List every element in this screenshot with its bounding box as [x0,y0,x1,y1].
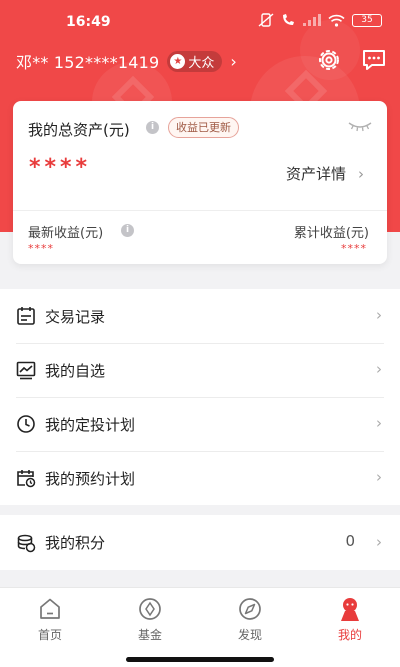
battery-icon: 35 [352,13,382,27]
asset-detail-label: 资产详情 [286,165,347,183]
total-assets-title: 我的总资产(元) [28,121,130,139]
compass-icon [239,598,261,620]
message-icon[interactable] [360,46,388,74]
menu-list: 交易记录 › 我的自选 › 我的定投计划 › 我的预约计划 › [0,289,400,505]
tab-label: 基金 [137,628,162,642]
divider [13,210,387,211]
total-assets-value: **** [29,155,92,180]
info-icon[interactable]: i [146,121,159,134]
coins-icon [17,534,36,552]
fund-icon [139,598,161,620]
tab-mine[interactable]: 我的 [320,596,380,643]
chevron-right-icon: › [376,414,382,432]
calendar-clock-icon [17,470,36,488]
chart-icon [16,361,36,380]
tab-label: 发现 [237,628,262,642]
settings-icon[interactable] [315,46,343,74]
chevron-right-icon: › [376,360,382,378]
wifi-icon [328,14,345,27]
menu-item-label: 交易记录 [45,307,106,326]
earnings-updated-badge: 收益已更新 [168,117,239,138]
chevron-right-icon: › [376,533,382,551]
recent-earnings-value: **** [28,242,54,255]
menu-item-reservation-plan[interactable]: 我的预约计划 › [0,451,400,505]
star-icon: ★ [170,53,186,69]
menu-item-my-watchlist[interactable]: 我的自选 › [0,343,400,397]
menu-item-label: 我的预约计划 [45,469,136,488]
clock-icon [17,415,35,433]
tab-home[interactable]: 首页 [20,596,80,643]
vibrate-off-icon [258,13,274,27]
cumulative-earnings-label: 累计收益(元) [293,226,369,241]
menu-item-label: 我的定投计划 [45,415,136,434]
chevron-right-icon: › [376,306,382,324]
member-level-badge[interactable]: ★ 大众 [167,50,223,72]
call-icon [283,14,294,25]
info-icon[interactable]: i [121,224,134,237]
my-points-value: 0 [345,532,355,550]
tab-discover[interactable]: 发现 [220,596,280,643]
cumulative-earnings-value: **** [341,242,367,255]
chevron-right-icon[interactable]: › [230,52,236,71]
member-level-label: 大众 [188,55,215,71]
home-indicator[interactable] [126,657,274,662]
tab-fund[interactable]: 基金 [120,596,180,643]
status-icons: 35 [258,13,382,27]
menu-item-transaction-records[interactable]: 交易记录 › [0,289,400,343]
profile-icon [341,598,359,621]
asset-detail-link[interactable]: 资产详情 › [286,163,364,184]
signal-icon [303,14,321,26]
user-info[interactable]: 邓** 152****1419 ★ 大众 › [16,48,237,74]
menu-item-label: 我的自选 [45,361,106,380]
eye-closed-icon[interactable] [348,119,372,133]
status-time: 16:49 [66,14,111,30]
tab-label: 我的 [337,628,362,642]
chevron-right-icon: › [376,468,382,486]
bottom-tab-bar: 首页 基金 发现 我的 [0,587,400,667]
tab-label: 首页 [37,628,62,642]
calendar-icon [17,307,35,325]
menu-item-fixed-investment-plan[interactable]: 我的定投计划 › [0,397,400,451]
my-points-label: 我的积分 [45,534,106,552]
home-icon [40,598,60,619]
asset-card: 我的总资产(元) i 收益已更新 **** 资产详情 › 最新收益(元) i *… [13,101,387,264]
recent-earnings-label: 最新收益(元) [28,226,104,241]
chevron-right-icon: › [358,164,365,183]
user-name[interactable]: 邓** 152****1419 [16,49,159,73]
status-bar: 16:49 35 [0,0,400,44]
menu-item-my-points[interactable]: 我的积分 0 › [0,515,400,570]
